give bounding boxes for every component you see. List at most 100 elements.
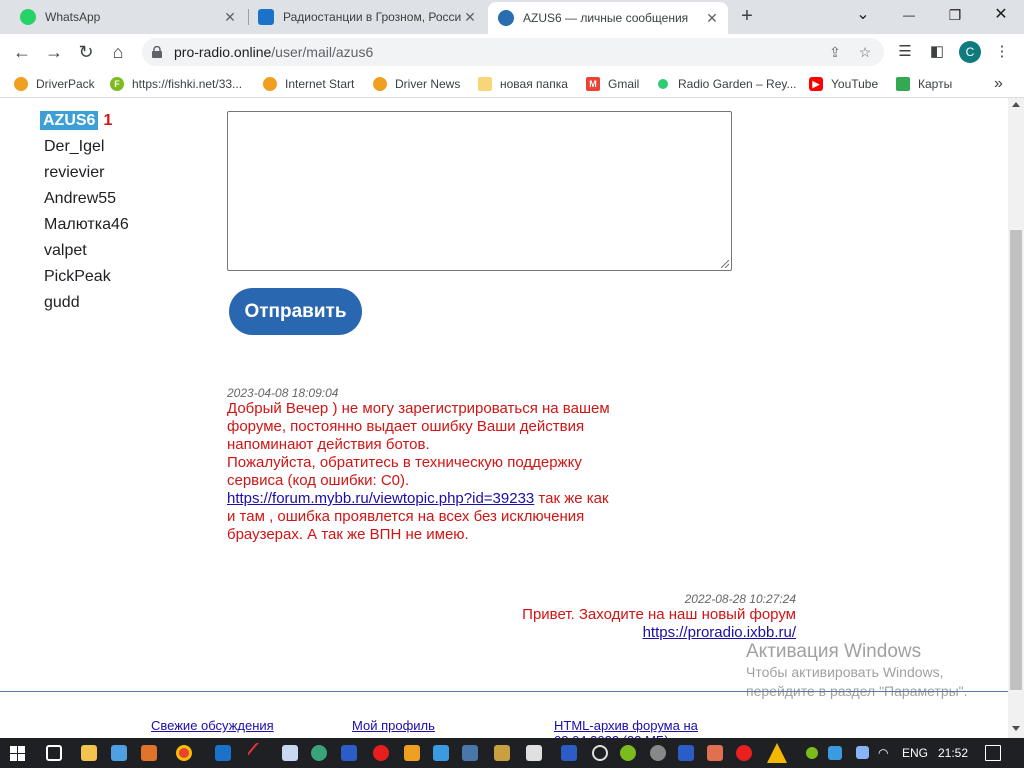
star-icon[interactable]: ☆ bbox=[856, 43, 874, 61]
app-icon[interactable] bbox=[404, 745, 420, 761]
minimize-button[interactable]: — bbox=[886, 0, 932, 32]
app-icon[interactable] bbox=[433, 745, 449, 761]
share-icon[interactable]: ⇪ bbox=[826, 43, 844, 61]
close-window-button[interactable]: ✕ bbox=[978, 0, 1024, 32]
tab-personal-messages[interactable]: AZUS6 — личные сообщения ✕ bbox=[488, 2, 728, 34]
clock[interactable]: 21:52 bbox=[938, 738, 968, 768]
bookmark-driverpack[interactable]: DriverPack bbox=[14, 75, 95, 93]
app-icon[interactable] bbox=[141, 745, 157, 761]
resize-handle[interactable] bbox=[721, 260, 729, 268]
send-button[interactable]: Отправить bbox=[229, 288, 362, 335]
more-bookmarks-button[interactable]: » bbox=[994, 75, 1003, 93]
windows-start-icon[interactable] bbox=[10, 746, 25, 761]
side-panel-icon[interactable]: ◧ bbox=[927, 42, 947, 62]
menu-kebab-icon[interactable]: ⋮ bbox=[992, 42, 1012, 62]
user-item[interactable]: PickPeak bbox=[40, 264, 129, 290]
close-icon[interactable]: ✕ bbox=[222, 9, 238, 25]
app-icon[interactable] bbox=[494, 745, 510, 761]
app-icon[interactable] bbox=[282, 745, 298, 761]
app-icon[interactable] bbox=[707, 745, 723, 761]
yandex-icon[interactable] bbox=[736, 745, 752, 761]
forward-button[interactable]: → bbox=[42, 40, 66, 64]
close-icon[interactable]: ✕ bbox=[462, 9, 478, 25]
user-item[interactable]: gudd bbox=[40, 290, 129, 316]
driverpack-icon bbox=[14, 77, 28, 91]
language-indicator[interactable]: ENG bbox=[902, 738, 928, 768]
message-link[interactable]: https://proradio.ixbb.ru/ bbox=[643, 624, 796, 641]
bookmark-maps[interactable]: Карты bbox=[896, 75, 952, 93]
message-textarea[interactable] bbox=[227, 111, 732, 271]
windows-taskbar: ◠ ENG 21:52 bbox=[0, 738, 1024, 768]
chrome-icon[interactable] bbox=[176, 745, 192, 761]
task-view-icon[interactable] bbox=[46, 745, 62, 761]
bookmark-internet-start[interactable]: Internet Start bbox=[263, 75, 354, 93]
message-link[interactable]: https://forum.mybb.ru/viewtopic.php?id=3… bbox=[227, 490, 534, 507]
tab-title: WhatsApp bbox=[45, 10, 101, 24]
tab-whatsapp[interactable]: WhatsApp ✕ bbox=[8, 0, 246, 34]
bookmark-new-folder[interactable]: новая папка bbox=[478, 75, 568, 93]
network-icon[interactable]: ◠ bbox=[878, 738, 888, 768]
profile-avatar[interactable]: C bbox=[959, 41, 981, 63]
address-bar[interactable]: pro-radio.online/user/mail/azus6 ⇪ ☆ bbox=[142, 38, 884, 66]
message-incoming: 2023-04-08 18:09:04 Добрый Вечер ) не мо… bbox=[227, 386, 612, 544]
browser-titlebar: WhatsApp ✕ Радиостанции в Грозном, Росси… bbox=[0, 0, 1024, 34]
user-item[interactable]: Andrew55 bbox=[40, 186, 129, 212]
app-icon[interactable] bbox=[341, 745, 357, 761]
bookmark-label: Карты bbox=[918, 77, 953, 91]
computer-icon[interactable] bbox=[111, 745, 127, 761]
home-button[interactable]: ⌂ bbox=[106, 40, 130, 64]
reading-list-icon[interactable]: ☰ bbox=[895, 42, 915, 62]
tab-search-button[interactable]: ⌄ bbox=[840, 0, 886, 32]
message-outgoing: 2022-08-28 10:27:24 Привет. Заходите на … bbox=[440, 592, 796, 642]
maps-icon bbox=[896, 77, 910, 91]
bookmark-fishki[interactable]: F https://fishki.net/33... bbox=[110, 75, 242, 93]
bookmark-label: Driver News bbox=[395, 77, 461, 91]
reload-button[interactable]: ↻ bbox=[74, 40, 98, 64]
maximize-button[interactable]: ❐ bbox=[932, 0, 978, 32]
tab-title: AZUS6 — личные сообщения bbox=[523, 11, 689, 25]
user-item[interactable]: Der_Igel bbox=[40, 134, 129, 160]
tab-radio-stations[interactable]: Радиостанции в Грозном, Росси ✕ bbox=[250, 0, 486, 34]
bookmark-label: https://fishki.net/33... bbox=[132, 77, 243, 91]
scroll-thumb[interactable] bbox=[1010, 230, 1022, 690]
bookmark-gmail[interactable]: M Gmail bbox=[586, 75, 639, 93]
app-icon[interactable] bbox=[246, 741, 270, 765]
app-icon[interactable] bbox=[592, 745, 608, 761]
new-tab-button[interactable]: + bbox=[736, 6, 758, 28]
message-date: 2022-08-28 10:27:24 bbox=[684, 592, 796, 606]
scroll-up-arrow-icon[interactable] bbox=[1012, 102, 1020, 107]
bookmark-driver-news[interactable]: Driver News bbox=[373, 75, 460, 93]
file-explorer-icon[interactable] bbox=[81, 745, 97, 761]
app-icon[interactable] bbox=[526, 745, 542, 761]
footer-link-recent-discussions[interactable]: Свежие обсуждения bbox=[151, 718, 274, 733]
user-item[interactable]: valpet bbox=[40, 238, 129, 264]
opera-icon[interactable] bbox=[373, 745, 389, 761]
forum-icon bbox=[498, 10, 514, 26]
footer-link-html-archive[interactable]: HTML-архив форума на 08.04.2023 (33 МБ) bbox=[554, 718, 714, 738]
notifications-icon[interactable] bbox=[985, 745, 1001, 761]
back-button[interactable]: ← bbox=[10, 40, 34, 64]
warning-icon[interactable] bbox=[767, 743, 787, 763]
user-item-azus6[interactable]: AZUS6 1 bbox=[40, 108, 129, 134]
radio-app-icon[interactable] bbox=[215, 745, 231, 761]
app-icon[interactable] bbox=[620, 745, 636, 761]
close-icon[interactable]: ✕ bbox=[704, 10, 720, 26]
app-icon[interactable] bbox=[678, 745, 694, 761]
user-list: AZUS6 1 Der_Igel revievier Andrew55 Малют… bbox=[40, 108, 129, 316]
app-icon[interactable] bbox=[650, 745, 666, 761]
user-item[interactable]: Малютка46 bbox=[40, 212, 129, 238]
bookmark-radio-garden[interactable]: Radio Garden – Rey... bbox=[656, 75, 797, 93]
lock-icon bbox=[152, 46, 162, 58]
tray-app-icon[interactable] bbox=[828, 746, 842, 760]
app-icon[interactable] bbox=[311, 745, 327, 761]
app-icon[interactable] bbox=[561, 745, 577, 761]
windows-activation-watermark: Активация Windows Чтобы активировать Win… bbox=[746, 641, 1006, 701]
tray-app-icon[interactable] bbox=[856, 746, 869, 759]
footer-link-my-profile[interactable]: Мой профиль bbox=[352, 718, 435, 733]
bookmark-youtube[interactable]: ▶ YouTube bbox=[809, 75, 878, 93]
user-item[interactable]: revievier bbox=[40, 160, 129, 186]
tray-app-icon[interactable] bbox=[806, 747, 818, 759]
page-scrollbar[interactable] bbox=[1008, 98, 1024, 738]
vk-icon[interactable] bbox=[462, 745, 478, 761]
scroll-down-arrow-icon[interactable] bbox=[1012, 726, 1020, 731]
